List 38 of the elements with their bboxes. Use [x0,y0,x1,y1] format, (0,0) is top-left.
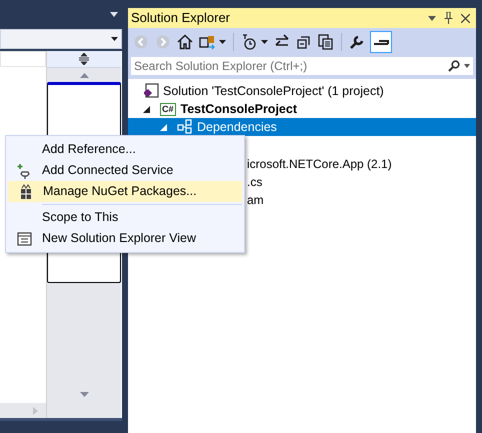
tree-item[interactable]: Solution 'TestConsoleProject' (1 project) [128,82,476,100]
split-icon [79,53,89,65]
solution-icon [143,83,159,99]
tree-item[interactable]: Dependencies [128,118,476,136]
dropdown-arrow-icon[interactable] [428,16,436,20]
folder-arrows-icon [199,34,215,50]
preview-button[interactable] [370,31,392,53]
menu-item[interactable]: Manage NuGet Packages... [8,181,242,202]
menu-item[interactable]: Add Connected Service [8,160,242,181]
caret-icon [261,40,268,44]
tree-item[interactable]: C# TestConsoleProject [128,100,476,118]
wrench-icon [349,34,365,50]
menu-item[interactable]: Add Reference... [8,139,242,160]
dropdown-arrow-icon[interactable] [464,64,470,68]
split-button[interactable] [47,51,121,68]
pages-icon [318,34,334,50]
gift-box-icon [18,184,34,200]
collapse-icon [296,34,312,50]
menu-item[interactable]: New Solution Explorer View [8,228,242,249]
caret-icon [219,40,226,44]
search-icon[interactable] [448,60,460,72]
dropdown-field[interactable] [0,29,122,49]
clock-icon [241,34,257,50]
expanded-arrow-icon[interactable] [143,106,150,112]
menu-item[interactable]: Scope to This [8,207,242,228]
search-field[interactable]: Search Solution Explorer (Ctrl+;) [130,56,474,76]
project-badge: C# [160,102,176,116]
dropdown-arrow-icon[interactable] [110,12,118,16]
scroll-up-icon[interactable] [80,72,88,78]
dropdown-arrow-icon [111,37,118,41]
input-field[interactable] [0,51,46,67]
scroll-down-icon[interactable] [80,392,88,397]
dependencies-icon [177,119,193,135]
window-icon [17,230,33,246]
close-icon[interactable] [461,14,470,22]
pin-icon[interactable] [444,12,453,24]
panel-title: Solution Explorer [131,9,231,28]
home-icon [177,34,193,50]
